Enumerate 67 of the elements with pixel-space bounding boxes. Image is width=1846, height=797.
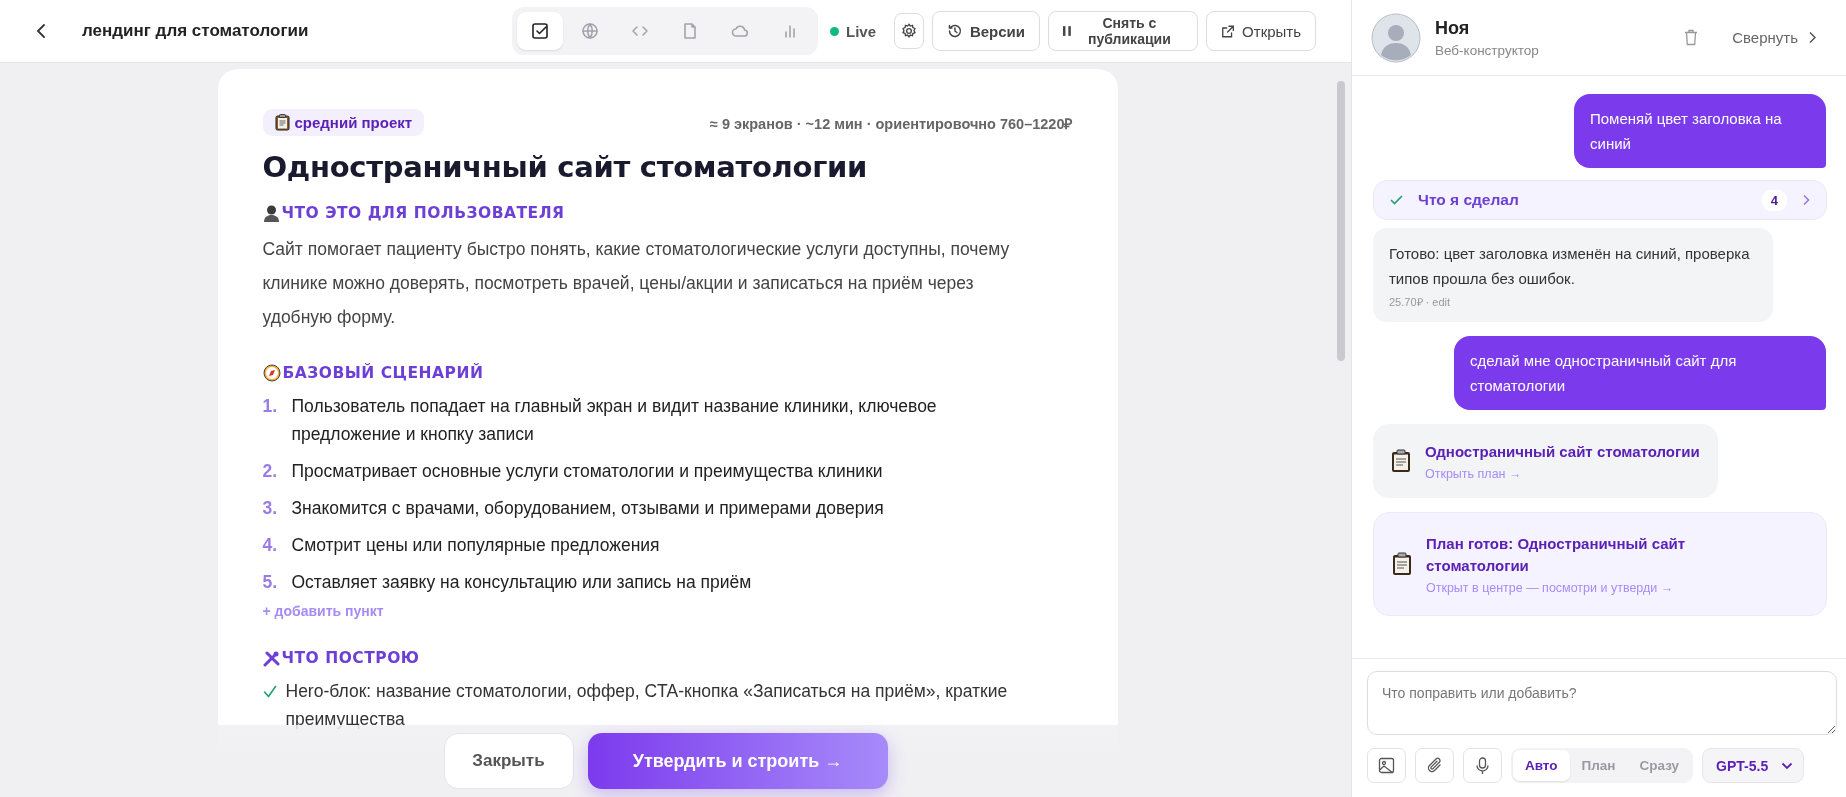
- user-message: Поменяй цвет заголовка на синий: [1574, 94, 1826, 168]
- changes-summary[interactable]: Что я сделал 4: [1373, 180, 1827, 220]
- pause-icon: [1063, 26, 1071, 36]
- assistant-role: Веб-конструктор: [1435, 42, 1540, 58]
- trash-icon[interactable]: [1684, 29, 1699, 46]
- attach-button[interactable]: [1415, 748, 1454, 783]
- clipboard-icon: [1391, 449, 1411, 473]
- settings-button[interactable]: [894, 13, 924, 49]
- globe-icon: [580, 21, 600, 41]
- open-button[interactable]: Открыть: [1206, 11, 1316, 51]
- message-meta: 25.70₽ · edit: [1389, 295, 1452, 309]
- estimate-text: ≈ 9 экранов · ~12 мин · ориентировочно 760–1220₽: [709, 114, 1073, 133]
- step-text: Оставляет заявку на консультацию или запись на приём: [291, 571, 753, 594]
- model-dropdown[interactable]: GPT-5.5: [1702, 748, 1805, 783]
- versions-button[interactable]: Версии: [932, 11, 1040, 51]
- microphone-button[interactable]: [1463, 748, 1502, 783]
- image-button[interactable]: [1367, 748, 1406, 783]
- external-link-icon: [1221, 23, 1236, 39]
- plan-ready-card[interactable]: План готов: Одностраничный сайт стоматологии Открыт в центре — посмотри и утверди →: [1373, 512, 1827, 616]
- assistant-name: Ноя: [1435, 17, 1471, 39]
- plan-card[interactable]: Одностраничный сайт стоматологии Открыть план →: [1373, 424, 1718, 498]
- checklist-tab[interactable]: [517, 12, 563, 50]
- status-label: Live: [846, 22, 876, 40]
- person-icon: [262, 204, 280, 222]
- checklist-icon: [530, 21, 550, 41]
- step-number: 4.: [262, 534, 279, 557]
- mode-tab[interactable]: Авто: [1513, 750, 1570, 781]
- step-text: Смотрит цены или популярные предложения: [291, 534, 661, 557]
- clipboard-icon: [274, 114, 290, 131]
- close-button[interactable]: Закрыть: [443, 733, 574, 789]
- step-text: Пользователь попадает на главный экран и видит название клиники, ключевое предложение и кнопку записи: [291, 395, 938, 446]
- microphone-icon: [1475, 756, 1490, 775]
- description-text: Сайт помогает пациенту быстро понять, какие стоматологические услуги доступны, почему клинике можно доверять, посмотреть врачей, цены/акции и записаться на приём через удобную форму.: [262, 238, 1011, 329]
- step-number: 1.: [262, 395, 279, 418]
- plan-title: Одностраничный сайт стоматологии: [1425, 442, 1700, 462]
- unpublish-button[interactable]: Снять с публикации: [1048, 11, 1198, 51]
- compass-icon: [262, 364, 281, 382]
- section-heading: ЧТО ПОСТРОЮ: [281, 649, 420, 667]
- approve-button[interactable]: Утвердить и строить →: [587, 733, 888, 789]
- step-text: Знакомится с врачами, оборудованием, отзывами и примерами доверия: [291, 497, 885, 520]
- chevron-right-icon: [1802, 194, 1810, 206]
- image-icon: [1378, 757, 1395, 774]
- section-heading: БАЗОВЫЙ СЦЕНАРИЙ: [282, 364, 484, 382]
- plan-title: Одностраничный сайт стоматологии: [262, 150, 869, 184]
- badge-label: средний проект: [294, 114, 413, 131]
- assistant-text: Готово: цвет заголовка изменён на синий, проверка типов прошла без ошибок.: [1389, 244, 1751, 289]
- clipboard-icon: [1392, 552, 1412, 576]
- chevron-right-icon: [1808, 31, 1816, 44]
- user-message: сделай мне одностраничный сайт для стоматологии: [1454, 336, 1826, 410]
- project-title: лендинг для стоматологии: [82, 21, 310, 41]
- collapse-button[interactable]: Свернуть: [1732, 29, 1816, 46]
- plan-title: План готов: Одностраничный сайт стоматологии: [1426, 534, 1687, 576]
- avatar-icon: [1371, 12, 1421, 63]
- step-number: 5.: [262, 571, 279, 594]
- section-heading: ЧТО ЭТО ДЛЯ ПОЛЬЗОВАТЕЛЯ: [281, 204, 565, 222]
- message-input[interactable]: Что поправить или добавить?: [1367, 671, 1837, 735]
- step-number: 3.: [262, 497, 279, 520]
- count-badge: 4: [1761, 189, 1787, 211]
- paperclip-icon: [1426, 757, 1443, 774]
- chevron-down-icon: [1781, 761, 1794, 770]
- history-icon: [947, 23, 963, 39]
- settings-icon: [900, 22, 918, 40]
- feature-text: Hero-блок: название стоматологии, оффер, CTA-кнопка «Записаться на приём», краткие преимущества: [285, 680, 1009, 731]
- step-text: Просматривает основные услуги стоматологии и преимущества клиники: [291, 460, 884, 483]
- check-icon: [262, 685, 277, 698]
- step-number: 2.: [262, 460, 279, 483]
- back-icon[interactable]: [36, 23, 46, 39]
